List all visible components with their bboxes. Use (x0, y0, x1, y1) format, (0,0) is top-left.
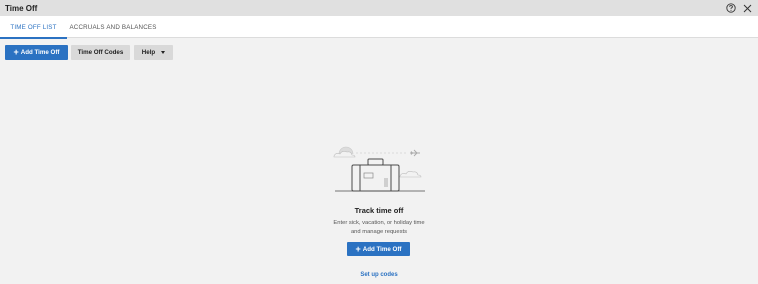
add-time-off-button[interactable]: + Add Time Off (5, 45, 68, 60)
tab-accruals-and-balances[interactable]: ACCRUALS AND BALANCES (67, 16, 159, 38)
tab-time-off-list[interactable]: TIME OFF LIST (0, 16, 67, 39)
empty-state-add-time-off-button[interactable]: + Add Time Off (347, 242, 410, 256)
toolbar: + Add Time Off Time Off Codes Help (0, 45, 758, 60)
add-time-off-label: Add Time Off (20, 49, 60, 56)
tab-label: ACCRUALS AND BALANCES (69, 23, 157, 31)
plus-icon: + (355, 243, 361, 254)
time-off-codes-button[interactable]: Time Off Codes (71, 45, 130, 60)
set-up-codes-link[interactable]: Set up codes (0, 272, 758, 278)
help-label: Help (141, 49, 156, 56)
time-off-codes-label: Time Off Codes (77, 49, 124, 56)
empty-state-description-line: and manage requests (350, 229, 408, 235)
tab-bar: TIME OFF LIST ACCRUALS AND BALANCES (0, 16, 758, 39)
tab-label: TIME OFF LIST (10, 23, 57, 31)
window-title: Time Off (5, 3, 38, 13)
empty-state-add-time-off-label: Add Time Off (362, 245, 402, 253)
help-dropdown-button[interactable]: Help (134, 45, 173, 60)
window-titlebar: Time Off (0, 0, 758, 16)
empty-state-description-line: Enter sick, vacation, or holiday time (333, 220, 425, 226)
empty-state-description: Enter sick, vacation, or holiday time an… (0, 219, 758, 237)
chevron-down-icon (161, 51, 166, 54)
close-icon[interactable] (742, 3, 753, 14)
help-icon[interactable] (725, 3, 736, 14)
suitcase-travel-icon (330, 140, 430, 196)
plus-icon: + (13, 47, 19, 57)
window-actions (725, 0, 753, 16)
empty-state-title: Track time off (354, 206, 404, 215)
